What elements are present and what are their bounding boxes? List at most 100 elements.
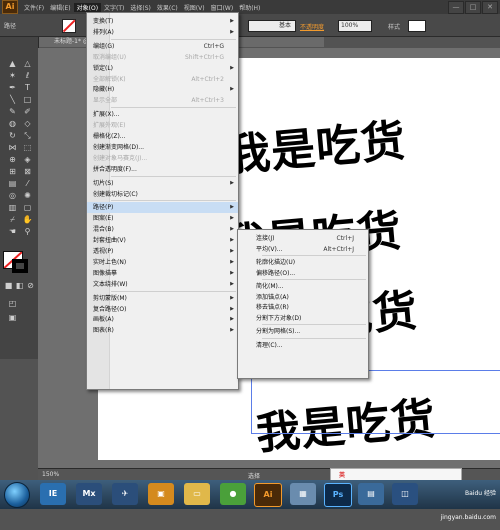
- menubar-item[interactable]: 文件(F): [21, 3, 47, 12]
- taskbar-app-photoshop-icon[interactable]: Ps: [324, 483, 352, 507]
- menu-item[interactable]: 清理(C)...: [238, 340, 368, 351]
- menu-item[interactable]: 锁定(L) ▶: [87, 63, 238, 74]
- stroke-color-box[interactable]: [12, 259, 28, 273]
- selection-bounding-box[interactable]: [249, 368, 500, 434]
- taskbar-app-folder-icon[interactable]: ▭: [184, 483, 210, 505]
- menu-item[interactable]: 图表(R) ▶: [87, 325, 238, 336]
- menu-item[interactable]: 简化(M)...: [238, 281, 368, 292]
- none-mode-icon[interactable]: ⊘: [25, 281, 36, 290]
- menubar-item[interactable]: 帮助(H): [236, 3, 263, 12]
- rotate-tool-icon[interactable]: ↻: [7, 131, 18, 140]
- menu-item[interactable]: 剪切蒙版(M) ▶: [87, 293, 238, 304]
- artboard-tool-icon[interactable]: ▢: [22, 203, 33, 212]
- taskbar-app-maxthon-icon[interactable]: Mx: [76, 483, 102, 505]
- taskbar-app-wechat-icon[interactable]: ●: [220, 483, 246, 505]
- slice-tool-icon[interactable]: ⌿: [7, 215, 18, 224]
- gradient-tool-icon[interactable]: ▤: [7, 179, 18, 188]
- menu-item[interactable]: 复合路径(O) ▶: [87, 304, 238, 315]
- menubar-item[interactable]: 对象(O): [73, 2, 102, 12]
- perspective-grid-tool-icon[interactable]: ⊞: [7, 167, 18, 176]
- taskbar-app-doc-icon[interactable]: ▤: [358, 483, 384, 505]
- menu-item[interactable]: 平均(V)... Alt+Ctrl+J: [238, 244, 368, 255]
- menu-item[interactable]: 创建渐变网格(D)...: [87, 142, 238, 153]
- blob-brush-tool-icon[interactable]: ◍: [7, 119, 18, 128]
- line-tool-icon[interactable]: ╲: [7, 95, 18, 104]
- selection-tool-icon[interactable]: ▲: [7, 59, 18, 68]
- symbol-sprayer-tool-icon[interactable]: ✺: [22, 191, 33, 200]
- menu-item[interactable]: 画板(A) ▶: [87, 314, 238, 325]
- column-graph-tool-icon[interactable]: ▥: [7, 203, 18, 212]
- menu-item[interactable]: 分割下方对象(D): [238, 313, 368, 324]
- style-swatch[interactable]: [408, 20, 426, 32]
- hand-tool-icon[interactable]: ✋: [22, 215, 33, 224]
- minimize-button[interactable]: —: [448, 1, 464, 14]
- menu-item[interactable]: 实时上色(N) ▶: [87, 257, 238, 268]
- width-tool-icon[interactable]: ⋈: [7, 143, 18, 152]
- ime-language[interactable]: 英: [339, 470, 345, 479]
- menubar-item[interactable]: 选择(S): [127, 3, 154, 12]
- menu-item[interactable]: 排列(A) ▶: [87, 27, 238, 38]
- menu-item[interactable]: 扩展(X)...: [87, 109, 238, 120]
- lasso-tool-icon[interactable]: ℓ: [22, 71, 33, 80]
- opacity-field[interactable]: 100%: [338, 20, 372, 32]
- blend-tool-icon[interactable]: ◎: [7, 191, 18, 200]
- zoom-tool-icon[interactable]: ⚲: [22, 227, 33, 236]
- menu-item[interactable]: 路径(P) ▶: [87, 202, 238, 214]
- stroke-color-swatch[interactable]: [62, 19, 76, 33]
- menu-item[interactable]: 封套扭曲(V) ▶: [87, 235, 238, 246]
- menu-item[interactable]: 隐藏(H) ▶: [87, 84, 238, 95]
- screen-mode-icon[interactable]: ▣: [7, 313, 18, 322]
- menubar-item[interactable]: 文字(T): [101, 3, 127, 12]
- menu-item[interactable]: 添加锚点(A): [238, 292, 368, 303]
- taskbar-app-bird-icon[interactable]: ✈: [112, 483, 138, 505]
- mesh-tool-icon[interactable]: ⊠: [22, 167, 33, 176]
- menu-item[interactable]: 切片(S) ▶: [87, 178, 238, 189]
- close-button[interactable]: ✕: [482, 1, 498, 14]
- menu-item[interactable]: 透视(P) ▶: [87, 246, 238, 257]
- menubar-item[interactable]: 效果(C): [154, 3, 181, 12]
- maximize-button[interactable]: □: [465, 1, 481, 14]
- magic-wand-tool-icon[interactable]: ✶: [7, 71, 18, 80]
- menubar-item[interactable]: 编辑(E): [47, 3, 73, 12]
- menubar-item[interactable]: 窗口(W): [208, 3, 237, 12]
- shape-builder-tool-icon[interactable]: ⊕: [7, 155, 18, 164]
- menu-item[interactable]: 创建裁切标记(C): [87, 189, 238, 200]
- menu-item[interactable]: 文本绕排(W) ▶: [87, 279, 238, 290]
- hand-tool-alt-icon[interactable]: ☚: [7, 227, 18, 236]
- pencil-tool-icon[interactable]: ✐: [22, 107, 33, 116]
- free-transform-tool-icon[interactable]: ⬚: [22, 143, 33, 152]
- artwork-text-line-1[interactable]: 我是吃货: [223, 104, 408, 183]
- menu-item[interactable]: 显示全部 Alt+Ctrl+3: [87, 95, 238, 106]
- taskbar-app-illustrator-icon[interactable]: Ai: [254, 483, 282, 507]
- color-mode-icon[interactable]: ■: [3, 281, 14, 290]
- menu-item[interactable]: 全部解锁(K) Alt+Ctrl+2: [87, 74, 238, 85]
- menu-item[interactable]: 栅格化(Z)...: [87, 131, 238, 142]
- menu-item[interactable]: 移去锚点(R): [238, 302, 368, 313]
- pen-tool-icon[interactable]: ✒: [7, 83, 18, 92]
- menu-item[interactable]: 图像描摹 ▶: [87, 268, 238, 279]
- taskbar-app-image-icon[interactable]: ▦: [290, 483, 316, 505]
- stroke-style-dropdown[interactable]: 基本: [248, 20, 296, 32]
- rectangle-tool-icon[interactable]: □: [22, 95, 33, 104]
- menu-item[interactable]: 偏移路径(O)...: [238, 268, 368, 279]
- menu-item[interactable]: 扩展外观(E): [87, 120, 238, 131]
- eraser-tool-icon[interactable]: ◇: [22, 119, 33, 128]
- opacity-link[interactable]: 不透明度: [300, 22, 324, 31]
- start-button-icon[interactable]: [4, 482, 30, 508]
- menu-item[interactable]: 编组(G) Ctrl+G: [87, 41, 238, 52]
- menu-item[interactable]: 轮廓化描边(U): [238, 257, 368, 268]
- menu-item[interactable]: 连接(J) Ctrl+J: [238, 233, 368, 244]
- menu-item[interactable]: 取消编组(U) Shift+Ctrl+G: [87, 52, 238, 63]
- menu-item[interactable]: 分割为网格(S)...: [238, 326, 368, 337]
- gradient-mode-icon[interactable]: ◧: [14, 281, 25, 290]
- paintbrush-tool-icon[interactable]: ✎: [7, 107, 18, 116]
- menubar-item[interactable]: 视图(V): [181, 3, 208, 12]
- zoom-level[interactable]: 150%: [42, 471, 59, 478]
- taskbar-app-box-icon[interactable]: ▣: [148, 483, 174, 505]
- menu-item[interactable]: 图案(E) ▶: [87, 213, 238, 224]
- menu-item[interactable]: 创建对象马赛克(J)...: [87, 153, 238, 164]
- live-paint-tool-icon[interactable]: ◈: [22, 155, 33, 164]
- direct-selection-tool-icon[interactable]: △: [22, 59, 33, 68]
- drawing-mode-icon[interactable]: ◰: [7, 299, 18, 308]
- type-tool-icon[interactable]: T: [22, 83, 33, 92]
